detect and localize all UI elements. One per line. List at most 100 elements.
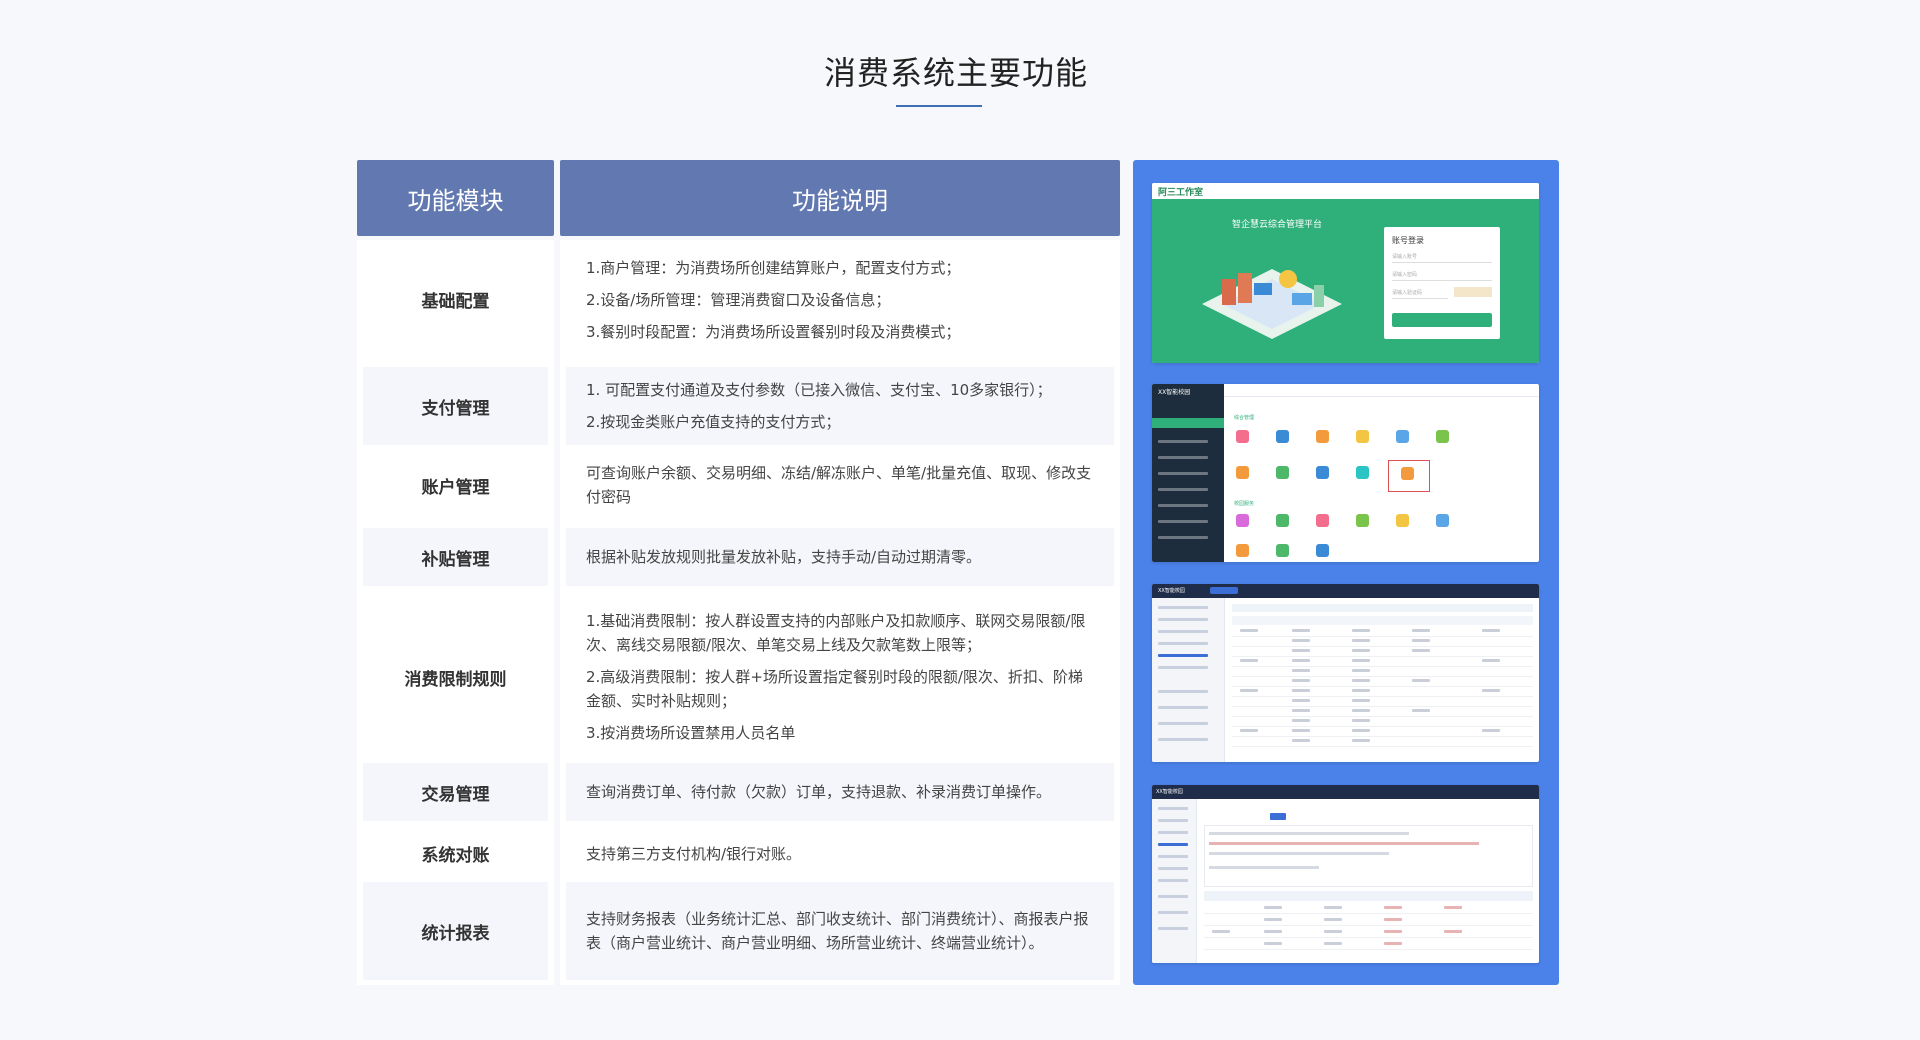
sidebar-item[interactable] [1158, 722, 1208, 725]
summary-line [1209, 832, 1409, 835]
login-logo: 阿三工作室 [1158, 188, 1204, 198]
sidebar-active-item[interactable] [1152, 418, 1224, 428]
sidebar-item[interactable] [1158, 819, 1188, 822]
app-icon[interactable] [1236, 466, 1249, 479]
report-topbar: XX智能校园 [1152, 785, 1539, 799]
app-icon[interactable] [1236, 514, 1249, 527]
page-title: 消费系统主要功能 [823, 54, 1088, 92]
app-icon[interactable] [1276, 544, 1289, 557]
table-row [1232, 738, 1533, 747]
sidebar-item[interactable] [1158, 488, 1208, 491]
sidebar-item[interactable] [1158, 536, 1208, 539]
sidebar-item[interactable] [1158, 520, 1208, 523]
sidebar-active-item[interactable] [1158, 843, 1188, 846]
table-row [1232, 688, 1533, 697]
app-icon[interactable] [1236, 544, 1249, 557]
description-line: 2.高级消费限制：按人群+场所设置指定餐别时段的限额/限次、折扣、阶梯金额、实时… [586, 668, 1083, 710]
table-row [1232, 718, 1533, 727]
description-line: 查询消费订单、待付款（欠款）订单，支持退款、补录消费订单操作。 [586, 783, 1052, 801]
table-row: 账户管理 可查询账户余额、交易明细、冻结/解冻账户、单笔/批量充值、取现、修改支… [357, 449, 1120, 521]
captcha-input[interactable]: 请输入验证码 [1392, 289, 1448, 299]
table-row: 交易管理 查询消费订单、待付款（欠款）订单，支持退款、补录消费订单操作。 [357, 763, 1120, 821]
captcha-image[interactable] [1454, 287, 1492, 297]
login-card-title: 账号登录 [1392, 236, 1424, 245]
sidebar-item[interactable] [1158, 666, 1208, 669]
sidebar-item[interactable] [1158, 807, 1188, 810]
sidebar-item[interactable] [1158, 504, 1208, 507]
highlighted-app[interactable] [1388, 460, 1430, 492]
app-icon[interactable] [1276, 466, 1289, 479]
sidebar-item[interactable] [1158, 618, 1208, 621]
topbar-tab[interactable] [1210, 587, 1238, 594]
table-row [1232, 708, 1533, 717]
header-description: 功能说明 [560, 160, 1120, 236]
app-icon[interactable] [1236, 430, 1249, 443]
sidebar-item[interactable] [1158, 738, 1208, 741]
sidebar-item[interactable] [1158, 895, 1188, 898]
sidebar-item[interactable] [1158, 831, 1188, 834]
app-icon[interactable] [1396, 430, 1409, 443]
app-icon[interactable] [1276, 514, 1289, 527]
module-description: 根据补贴发放规则批量发放补贴，支持手动/自动过期清零。 [566, 528, 1114, 586]
description-line: 3.按消费场所设置禁用人员名单 [586, 724, 796, 742]
app-icon[interactable] [1436, 430, 1449, 443]
app-icon[interactable] [1276, 430, 1289, 443]
app-icon[interactable] [1316, 430, 1329, 443]
app-icon[interactable] [1396, 514, 1409, 527]
app-icon[interactable] [1436, 514, 1449, 527]
account-input[interactable]: 请输入账号 [1392, 253, 1492, 263]
app-icon[interactable] [1356, 466, 1369, 479]
summary-line [1209, 842, 1479, 845]
sidebar-item[interactable] [1158, 690, 1208, 693]
header-module: 功能模块 [357, 160, 554, 236]
module-description: 1.商户管理：为消费场所创建结算账户，配置支付方式； 2.设备/场所管理：管理消… [566, 240, 1114, 359]
sidebar-item[interactable] [1158, 867, 1188, 870]
sidebar-item[interactable] [1158, 911, 1188, 914]
table-row [1232, 648, 1533, 657]
description-line: 1. 可配置支付通道及支付参数（已接入微信、支付宝、10多家银行）； [586, 381, 1052, 399]
module-description: 1.基础消费限制：按人群设置支持的内部账户及扣款顺序、联网交易限额/限次、离线交… [566, 593, 1114, 761]
summary-line [1209, 852, 1389, 855]
description-line: 可查询账户余额、交易明细、冻结/解冻账户、单笔/批量充值、取现、修改支付密码 [586, 464, 1092, 506]
sidebar-active-item[interactable] [1158, 654, 1208, 657]
description-line: 1.基础消费限制：按人群设置支持的内部账户及扣款顺序、联网交易限额/限次、离线交… [586, 612, 1086, 654]
tab-strip[interactable] [1232, 604, 1533, 612]
password-input[interactable]: 请输入密码 [1392, 271, 1492, 281]
app-icon[interactable] [1316, 544, 1329, 557]
app-icon[interactable] [1316, 514, 1329, 527]
table-row [1232, 728, 1533, 737]
module-name: 统计报表 [363, 882, 548, 980]
module-description: 可查询账户余额、交易明细、冻结/解冻账户、单笔/批量充值、取现、修改支付密码 [566, 449, 1114, 521]
sidebar-item[interactable] [1158, 472, 1208, 475]
table-row [1204, 917, 1533, 926]
consumption-app-icon[interactable] [1401, 467, 1414, 480]
query-button[interactable] [1270, 813, 1286, 820]
description-line: 2.设备/场所管理：管理消费窗口及设备信息； [586, 290, 891, 309]
sidebar-item[interactable] [1158, 642, 1208, 645]
app-icon[interactable] [1316, 466, 1329, 479]
sidebar-item[interactable] [1158, 927, 1188, 930]
sidebar-item[interactable] [1158, 706, 1208, 709]
table-row: 消费限制规则 1.基础消费限制：按人群设置支持的内部账户及扣款顺序、联网交易限额… [357, 593, 1120, 761]
login-subtitle: 智企慧云综合管理平台 [1232, 220, 1323, 230]
school-name: XX智能校园 [1156, 789, 1183, 795]
sidebar-item[interactable] [1158, 606, 1208, 609]
sidebar-item[interactable] [1158, 630, 1208, 633]
login-background: 智企慧云综合管理平台 账号登录 请输入账号 请输入密码 请输入验证码 [1152, 199, 1539, 363]
module-name: 系统对账 [421, 846, 490, 866]
dashboard-screenshot: XX智能校园 综合管理 校园服务 [1152, 384, 1539, 562]
section-label: 校园服务 [1234, 501, 1255, 507]
login-topbar: 阿三工作室 [1152, 183, 1539, 199]
app-icon[interactable] [1356, 514, 1369, 527]
module-description: 支持财务报表（业务统计汇总、部门收支统计、部门消费统计）、商报表户报表（商户营业… [566, 882, 1114, 980]
app-icon[interactable] [1356, 430, 1369, 443]
sidebar-item[interactable] [1158, 440, 1208, 443]
table-row: 统计报表 支持财务报表（业务统计汇总、部门收支统计、部门消费统计）、商报表户报表… [357, 882, 1120, 980]
sidebar-item[interactable] [1158, 456, 1208, 459]
table-row [1232, 668, 1533, 677]
sidebar-item[interactable] [1158, 879, 1188, 882]
table-row: 支付管理 1. 可配置支付通道及支付参数（已接入微信、支付宝、10多家银行）； … [357, 367, 1120, 445]
login-button[interactable] [1392, 313, 1492, 327]
sidebar-item[interactable] [1158, 855, 1188, 858]
description-line: 根据补贴发放规则批量发放补贴，支持手动/自动过期清零。 [586, 548, 982, 566]
